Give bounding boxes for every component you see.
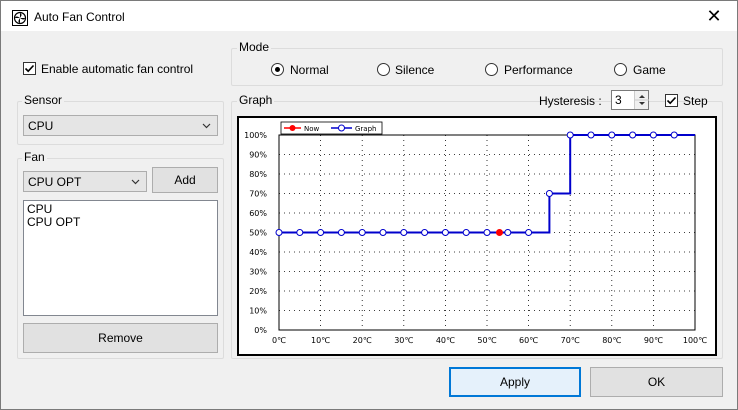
chevron-down-icon: [202, 123, 211, 129]
y-tick-label: 90%: [249, 151, 267, 160]
y-tick-label: 50%: [249, 229, 267, 238]
fan-curve-graph-panel[interactable]: 0% 10% 20% 30% 40% 50% 60% 70% 80% 90% 100% 0℃ 10℃ 20…: [237, 116, 717, 356]
graph-point: [317, 229, 325, 236]
step-label: Step: [683, 94, 708, 108]
list-item[interactable]: CPU OPT: [27, 216, 214, 229]
fan-select-value: CPU OPT: [28, 175, 82, 189]
sensor-group-label: Sensor: [22, 93, 65, 107]
graph-point: [400, 229, 408, 236]
x-tick-label: 30℃: [394, 336, 413, 345]
title-bar: Auto Fan Control ✕: [1, 1, 737, 32]
y-tick-label: 20%: [249, 287, 267, 296]
window-title: Auto Fan Control: [34, 10, 125, 24]
mode-group-label: Mode: [237, 40, 272, 54]
y-tick-label: 30%: [249, 268, 267, 277]
fan-curve-chart[interactable]: 0% 10% 20% 30% 40% 50% 60% 70% 80% 90% 100% 0℃ 10℃ 20…: [239, 118, 715, 354]
ok-button[interactable]: OK: [590, 367, 723, 397]
y-tick-label: 100%: [244, 131, 267, 140]
mode-label-game: Game: [633, 63, 666, 77]
spinner-arrows[interactable]: [634, 91, 649, 109]
x-tick-label: 0℃: [272, 336, 286, 345]
x-tick-label: 100℃: [683, 336, 707, 345]
close-button[interactable]: ✕: [691, 1, 737, 32]
x-tick-label: 20℃: [353, 336, 372, 345]
x-tick-label: 50℃: [477, 336, 496, 345]
auto-fan-control-window: Auto Fan Control ✕ Enable automatic fan …: [0, 0, 738, 410]
mode-label-normal: Normal: [290, 63, 329, 77]
graph-point: [296, 229, 304, 236]
graph-point: [462, 229, 470, 236]
graph-point: [587, 131, 595, 139]
graph-point: [608, 131, 616, 139]
hysteresis-label: Hysteresis :: [539, 94, 602, 108]
y-tick-label: 0%: [254, 326, 267, 335]
mode-radio-silence[interactable]: [377, 63, 390, 76]
mode-radio-performance[interactable]: [485, 63, 498, 76]
now-point: [495, 229, 503, 236]
fan-listbox[interactable]: CPU CPU OPT: [23, 200, 218, 316]
enable-auto-fan-label: Enable automatic fan control: [41, 62, 194, 76]
legend-now-label: Now: [304, 125, 320, 133]
graph-point: [358, 229, 366, 236]
graph-point: [337, 229, 345, 236]
chevron-down-icon: [131, 179, 140, 185]
checkmark-icon: [24, 64, 35, 73]
graph-point: [670, 131, 678, 139]
step-checkbox[interactable]: [665, 94, 678, 107]
mode-label-performance: Performance: [504, 63, 573, 77]
graph-group-label: Graph: [237, 93, 275, 107]
fan-select[interactable]: CPU OPT: [23, 171, 147, 192]
hysteresis-value: 3: [615, 93, 622, 107]
graph-point: [504, 229, 512, 236]
x-tick-label: 90℃: [644, 336, 663, 345]
legend-now-marker: [289, 125, 296, 131]
graph-point: [566, 131, 574, 139]
sensor-select-value: CPU: [28, 119, 54, 133]
legend-graph-label: Graph: [355, 125, 376, 133]
graph-point: [379, 229, 387, 236]
graph-point: [649, 131, 657, 139]
up-down-arrows-icon: [635, 95, 649, 105]
mode-radio-game[interactable]: [614, 63, 627, 76]
y-tick-label: 70%: [249, 190, 267, 199]
graph-point: [483, 229, 491, 236]
apply-button[interactable]: Apply: [449, 367, 581, 397]
add-fan-button[interactable]: Add: [152, 167, 218, 193]
close-icon: ✕: [706, 6, 722, 26]
legend-graph-marker: [338, 124, 345, 132]
remove-fan-button[interactable]: Remove: [23, 323, 218, 353]
mode-radio-normal[interactable]: [271, 63, 284, 76]
x-tick-label: 40℃: [436, 336, 455, 345]
graph-point: [421, 229, 429, 236]
y-tick-label: 10%: [249, 307, 267, 316]
fan-group-label: Fan: [22, 150, 47, 164]
checkmark-icon: [666, 96, 677, 105]
enable-auto-fan-checkbox[interactable]: [23, 62, 36, 75]
hysteresis-spinner[interactable]: 3: [611, 90, 649, 110]
graph-point: [545, 190, 553, 197]
graph-point: [441, 229, 449, 236]
x-tick-label: 10℃: [311, 336, 330, 345]
graph-point: [525, 229, 533, 236]
mode-label-silence: Silence: [395, 63, 435, 77]
x-tick-label: 80℃: [602, 336, 621, 345]
x-tick-label: 60℃: [519, 336, 538, 345]
x-tick-label: 70℃: [561, 336, 580, 345]
fan-app-icon: [12, 10, 28, 26]
y-tick-label: 40%: [249, 248, 267, 257]
y-tick-label: 60%: [249, 209, 267, 218]
graph-point: [629, 131, 637, 139]
y-tick-label: 80%: [249, 170, 267, 179]
graph-point: [275, 229, 283, 236]
sensor-select[interactable]: CPU: [23, 115, 218, 136]
